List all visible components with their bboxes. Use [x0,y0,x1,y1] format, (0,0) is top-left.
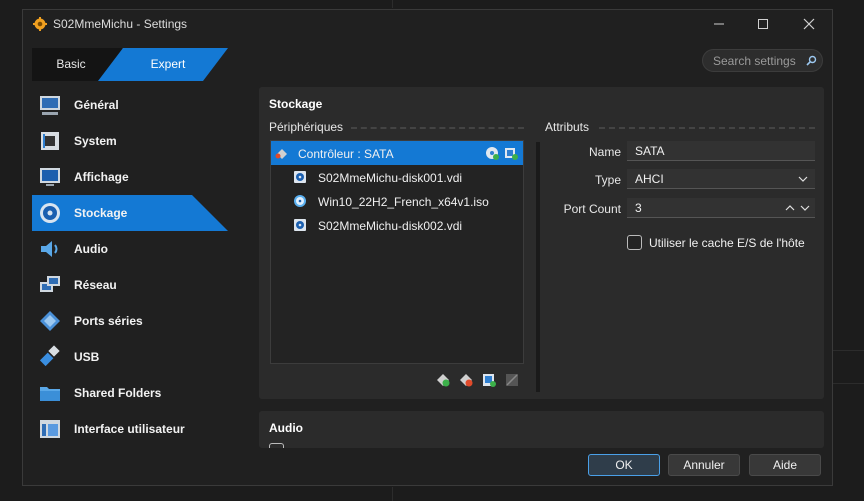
ok-button[interactable]: OK [588,454,660,476]
mode-tabs: Basic Expert [32,48,228,81]
sidebar-item-user-interface[interactable]: Interface utilisateur [32,411,228,447]
ui-window-icon [40,420,60,438]
window-title: S02MmeMichu - Settings [53,17,188,31]
tree-item-label: Win10_22H2_French_x64v1.iso [318,195,489,209]
remove-controller-icon[interactable] [459,373,473,387]
usb-icon [39,345,60,367]
sidebar-item-system[interactable]: System [32,123,228,159]
attributes-heading: Attributs [545,120,590,134]
sidebar-item-storage[interactable]: Stockage [32,195,228,231]
hard-disk-icon [294,219,306,231]
sidebar-item-label: System [74,134,117,148]
chevron-down-icon [798,176,808,182]
audio-enable-checkbox[interactable] [269,443,284,448]
storage-panel: Stockage Périphériques Contrôleur : SATA… [259,87,824,399]
search-box[interactable]: Search settings [702,49,823,72]
remove-attachment-icon[interactable] [505,373,519,387]
sidebar-item-label: Réseau [74,278,117,292]
type-select-value: AHCI [635,172,664,186]
background-divider [833,350,864,351]
background-divider [833,383,864,384]
sidebar-item-label: Shared Folders [74,386,162,400]
tree-item-label: Contrôleur : SATA [298,147,394,161]
devices-heading: Périphériques [269,120,344,134]
hard-disk-icon [294,171,306,183]
sidebar-item-audio[interactable]: Audio [32,231,228,267]
maximize-button[interactable] [755,16,771,32]
sidebar-item-network[interactable]: Réseau [32,267,228,303]
type-select[interactable]: AHCI [627,169,815,189]
storage-tree: Contrôleur : SATA S02MmeMichu-disk001.vd… [270,140,524,364]
chevron-up-icon[interactable] [784,198,796,218]
sidebar-item-label: Interface utilisateur [74,422,185,436]
sidebar-item-label: Audio [74,242,108,256]
section-title: Stockage [269,97,323,111]
network-icon [40,276,60,292]
add-hard-disk-icon[interactable] [504,146,518,160]
add-optical-drive-icon[interactable] [485,146,499,160]
settings-window: S02MmeMichu - Settings Basic Expert Sear… [22,9,833,486]
chip-icon [41,132,59,150]
background-divider [392,0,393,8]
close-icon [803,18,815,30]
folder-icon [40,387,60,401]
background-divider [392,487,393,501]
host-io-cache-label: Utiliser le cache E/S de l'hôte [649,236,805,250]
sidebar-item-serial-ports[interactable]: Ports séries [32,303,228,339]
cancel-button[interactable]: Annuler [668,454,740,476]
tree-item-label: S02MmeMichu-disk001.vdi [318,171,463,185]
tree-item-label: S02MmeMichu-disk002.vdi [318,219,463,233]
section-title: Audio [269,421,303,435]
sidebar-item-label: Stockage [74,206,128,220]
optical-disc-icon [294,195,306,207]
name-label: Name [588,145,621,159]
sidebar-item-general[interactable]: Général [32,87,228,123]
controller-icon [275,149,287,159]
minimize-button[interactable] [711,16,727,32]
minimize-icon [714,23,724,25]
help-button[interactable]: Aide [749,454,821,476]
tree-item-optical[interactable]: Win10_22H2_French_x64v1.iso [271,189,523,213]
sidebar-item-usb[interactable]: USB [32,339,228,375]
host-io-cache-checkbox[interactable] [627,235,642,250]
sidebar-item-shared-folders[interactable]: Shared Folders [32,375,228,411]
audio-panel: Audio [259,411,824,448]
port-count-spinbox[interactable]: 3 [627,198,815,218]
add-controller-icon[interactable] [436,373,450,387]
sidebar-item-display[interactable]: Affichage [32,159,228,195]
display-icon [40,168,60,186]
attributes-heading-rule [599,127,815,129]
chevron-down-icon[interactable] [799,198,811,218]
port-count-value: 3 [635,201,642,215]
tree-item-disk[interactable]: S02MmeMichu-disk001.vdi [271,165,523,189]
sidebar-item-label: Ports séries [74,314,143,328]
maximize-icon [758,19,768,29]
port-count-label: Port Count [563,202,621,216]
monitor-icon [40,96,60,115]
search-icon[interactable] [806,55,817,66]
search-input[interactable]: Search settings [713,54,796,68]
speaker-icon [41,241,58,257]
name-field-value: SATA [635,144,665,158]
add-attachment-icon[interactable] [482,373,496,387]
close-button[interactable] [801,16,817,32]
type-label: Type [594,173,621,187]
name-field[interactable]: SATA [627,141,815,161]
disk-icon [40,203,60,223]
tree-item-controller[interactable]: Contrôleur : SATA [271,141,523,165]
virtualbox-gear-icon [33,17,47,31]
sidebar-item-label: Général [74,98,119,112]
serial-port-icon [40,311,60,331]
sidebar-item-label: Affichage [74,170,129,184]
tree-item-disk[interactable]: S02MmeMichu-disk002.vdi [271,213,523,237]
devices-heading-rule [351,127,524,129]
sidebar-item-label: USB [74,350,100,364]
title-bar: S02MmeMichu - Settings [23,10,832,38]
